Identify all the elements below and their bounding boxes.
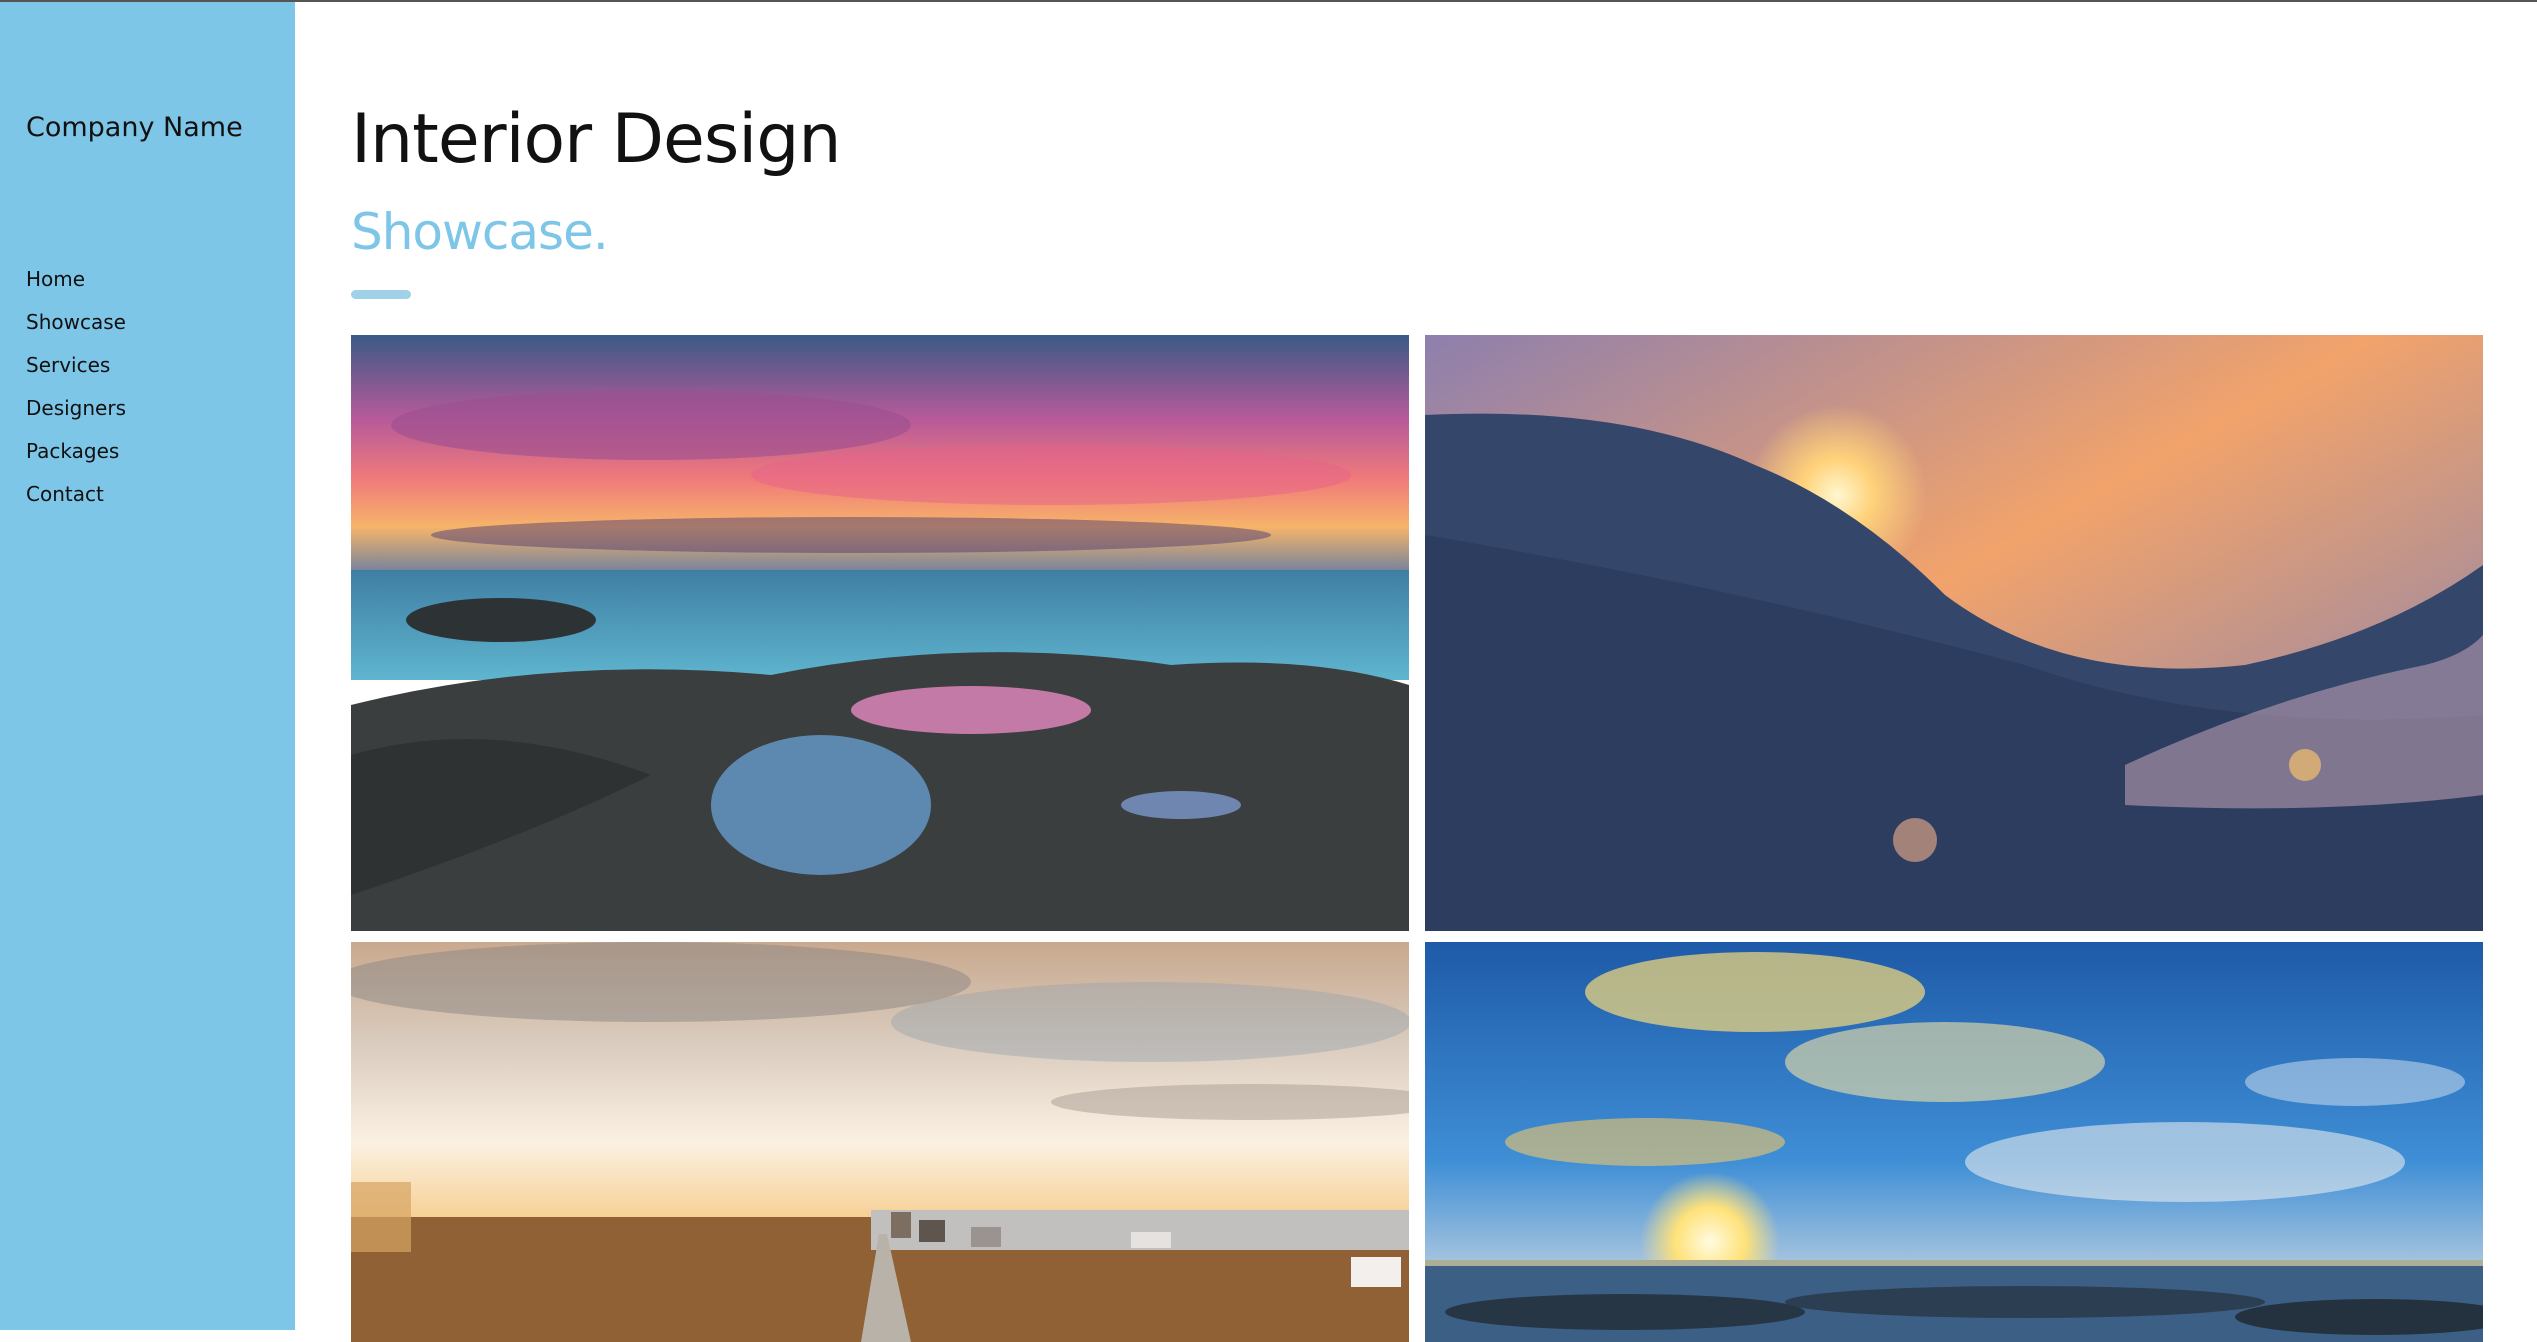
nav-item-home[interactable]: Home xyxy=(26,264,126,307)
gallery-image-sea-sunset[interactable] xyxy=(1425,942,2483,1342)
sidebar: Company Name Home Showcase Services Desi… xyxy=(0,2,295,1330)
nav-item-showcase[interactable]: Showcase xyxy=(26,307,126,350)
gallery-image-rocky-coast[interactable] xyxy=(351,335,1409,931)
accent-bar xyxy=(351,290,411,299)
gallery-image-city-aerial[interactable] xyxy=(351,942,1409,1342)
main-content: Interior Design Showcase. xyxy=(295,2,2537,1342)
nav-item-designers[interactable]: Designers xyxy=(26,393,126,436)
nav-item-contact[interactable]: Contact xyxy=(26,479,126,522)
gallery-image-ocean-wave[interactable] xyxy=(1425,335,2483,931)
nav-item-services[interactable]: Services xyxy=(26,350,126,393)
sidebar-nav: Home Showcase Services Designers Package… xyxy=(26,264,126,522)
nav-item-packages[interactable]: Packages xyxy=(26,436,126,479)
company-name: Company Name xyxy=(26,112,243,143)
section-subtitle: Showcase. xyxy=(351,203,609,261)
page-title: Interior Design xyxy=(351,100,841,179)
